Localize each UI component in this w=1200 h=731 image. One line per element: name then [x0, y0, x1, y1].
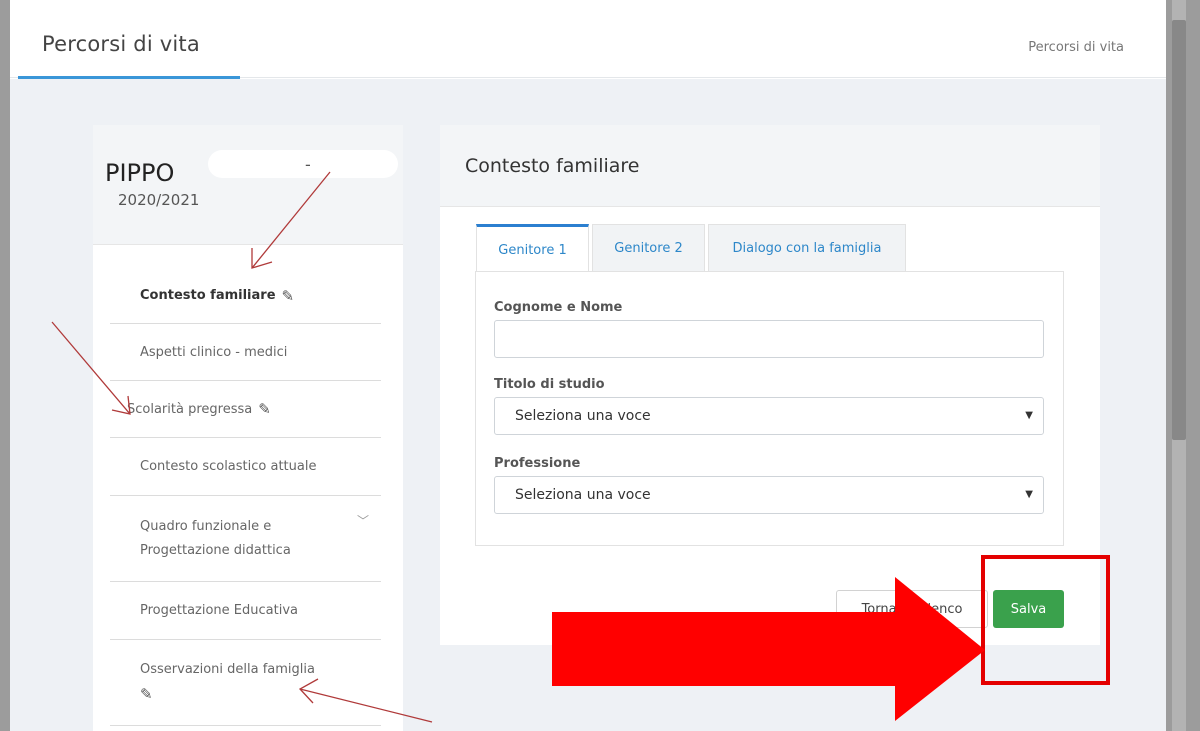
- annotation-overlay: [51, 171, 985, 723]
- thin-arrow-icon: [299, 688, 433, 723]
- big-red-arrow-icon: [552, 577, 985, 721]
- thin-arrow-icon: [251, 171, 331, 269]
- thin-arrow-icon: [51, 321, 131, 415]
